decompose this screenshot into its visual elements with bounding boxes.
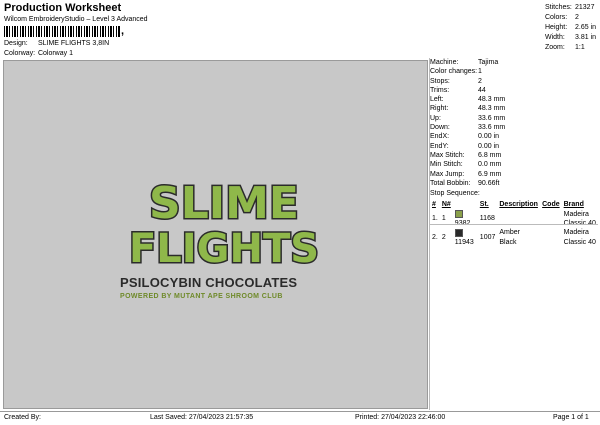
footer-page: Page 1 of 1 (553, 414, 589, 421)
info-row: EndX: 0.00 in (430, 133, 500, 141)
colorway-row: Colorway: Colorway 1 (4, 50, 73, 57)
table-header-row: # N# St. Description Code Brand (432, 201, 584, 209)
stats-panel: Stitches: 21327 Colors: 2 Height: 2.65 in W… (545, 3, 596, 53)
info-row: Up: 33.6 mm (430, 114, 506, 122)
info-row: Total Bobbin: 90.66ft (430, 179, 500, 187)
colorway-label: Colorway: (4, 50, 36, 57)
info-row: Right: 48.3 mm (430, 105, 506, 113)
design-value: SLIME FLIGHTS 3,8IN (37, 40, 110, 47)
artwork-line-2: FLIGHTS (129, 226, 319, 272)
color-swatch-black (454, 228, 463, 237)
footer-created-by: Created By: (4, 414, 41, 421)
stat-row: Height: 2.65 in (545, 24, 597, 31)
machine-info-panel: Machine: Tajima Color changes:1 Stops: 2 T… (430, 58, 598, 247)
artwork-line-1: SLIME (149, 178, 299, 229)
table-row[interactable]: 2. 2 11943 1007 Amber Black Madeira Clas… (430, 228, 598, 247)
table-row[interactable]: 1. 1 9382 1168 Madeira Classic 40 (430, 209, 598, 229)
info-row: Machine: Tajima (430, 59, 499, 66)
barcode-suffix: , (121, 25, 125, 37)
design-preview[interactable]: SLIME FLIGHTS PSILOCYBIN CHOCOLATES POWE… (3, 60, 428, 409)
worksheet-title: Production Worksheet (4, 2, 122, 14)
stat-row: Colors: 2 (545, 14, 579, 21)
artwork-subtitle: PSILOCYBIN CHOCOLATES (120, 275, 298, 290)
software-subtitle: Wilcom EmbroideryStudio – Level 3 Advanc… (4, 16, 148, 23)
color-swatch-green (454, 209, 463, 218)
info-row: EndY: 0.00 in (430, 142, 500, 150)
stat-row: Zoom: 1:1 (545, 44, 585, 51)
info-row: Max Stitch: 6.8 mm (430, 151, 502, 159)
artwork-tagline: POWERED BY MUTANT APE SHROOM CLUB (120, 293, 283, 300)
footer: Created By: Last Saved: 27/04/2023 21:57… (0, 411, 600, 425)
stop-sequence-title: Stop Sequence: (430, 190, 480, 198)
footer-printed: Printed: 27/04/2023 22:46:00 (355, 414, 446, 421)
info-row: Trims: 44 (430, 86, 486, 94)
info-row: Stops: 2 (430, 77, 482, 85)
info-row: Min Stitch: 0.0 mm (430, 161, 502, 169)
info-row: Left: 48.3 mm (430, 96, 506, 104)
design-label: Design: (4, 40, 28, 47)
barcode (4, 26, 120, 37)
design-row: Design: SLIME FLIGHTS 3,8IN (4, 40, 109, 47)
info-row: Max Jump: 6.9 mm (430, 170, 502, 178)
info-row: Color changes:1 (430, 68, 482, 76)
info-row: Down: 33.6 mm (430, 124, 506, 132)
colorway-value: Colorway 1 (37, 50, 73, 57)
stat-row: Width: 3.81 in (545, 34, 597, 41)
stat-row: Stitches: 21327 (545, 4, 595, 11)
sequence-divider (430, 224, 598, 225)
footer-last-saved: Last Saved: 27/04/2023 21:57:35 (150, 414, 254, 421)
